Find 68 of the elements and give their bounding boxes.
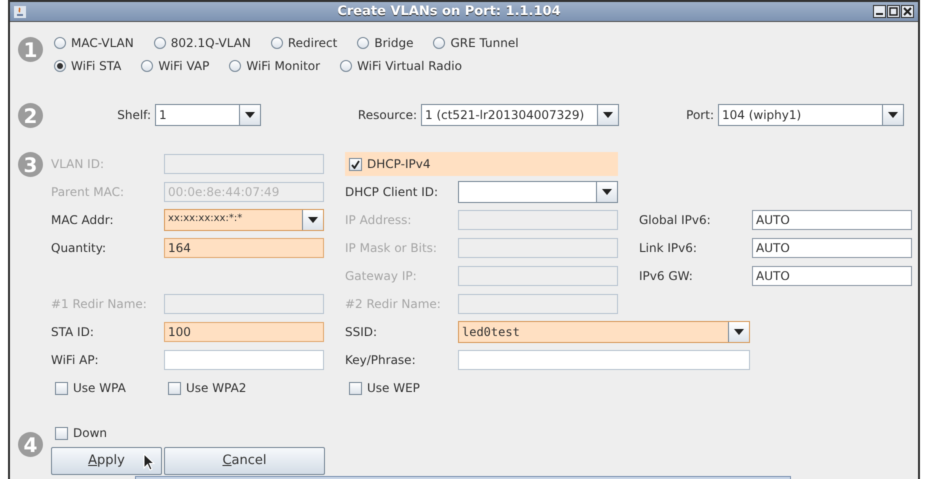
field-label: IPv6 GW:: [639, 268, 694, 285]
field-label: STA ID:: [51, 324, 95, 341]
app-icon: [14, 6, 26, 18]
radio-option[interactable]: MAC-VLAN: [54, 34, 134, 52]
step-number: 2: [18, 103, 43, 128]
maximize-button[interactable]: [887, 5, 900, 18]
field-label: Key/Phrase:: [345, 352, 417, 369]
radio-option[interactable]: 802.1Q-VLAN: [154, 34, 251, 52]
input-field[interactable]: AUTO: [752, 210, 912, 230]
dropdown[interactable]: 104 (wiphy1): [718, 104, 904, 126]
input-field[interactable]: AUTO: [752, 266, 912, 286]
step-number: 3: [18, 152, 43, 177]
radio-option[interactable]: WiFi STA: [54, 56, 122, 74]
field-label: MAC Addr:: [51, 212, 115, 229]
field-label: Shelf:: [116, 107, 152, 124]
checkbox-option[interactable]: Down: [51, 419, 325, 447]
caret-down-icon: [308, 217, 318, 223]
checkbox-option[interactable]: DHCP-IPv4: [345, 152, 618, 176]
checkbox-option[interactable]: Use WPA: [51, 379, 164, 397]
field-label: #1 Redir Name:: [51, 296, 148, 313]
field-label: IP Mask or Bits:: [345, 240, 438, 257]
radio-option[interactable]: WiFi Virtual Radio: [340, 56, 462, 74]
field-label: VLAN ID:: [51, 156, 105, 173]
radio-option[interactable]: WiFi Monitor: [229, 56, 320, 74]
field-label: Link IPv6:: [639, 240, 698, 257]
checkbox-option[interactable]: Use WPA2: [164, 379, 324, 397]
field-label: Quantity:: [51, 240, 108, 257]
mouse-pointer-icon: [143, 453, 155, 471]
input-field[interactable]: [458, 350, 750, 370]
input-field[interactable]: AUTO: [752, 238, 912, 258]
field-label: Port:: [685, 107, 715, 124]
close-icon: [903, 7, 912, 16]
maximize-icon: [889, 7, 898, 16]
caret-down-icon: [603, 112, 613, 118]
checkbox-option[interactable]: Use WEP: [345, 379, 458, 397]
radio-option[interactable]: Redirect: [270, 34, 338, 52]
step-number: 1: [18, 37, 43, 62]
field-label: IP Address:: [345, 212, 412, 229]
caret-down-icon: [245, 112, 255, 118]
dropdown[interactable]: xx:xx:xx:xx:*:*: [164, 209, 324, 231]
window-title: Create VLANs on Port: 1.1.104: [336, 2, 562, 21]
caret-down-icon: [602, 189, 612, 195]
field-label: WiFi AP:: [51, 352, 100, 369]
cancel-button[interactable]: Cancel: [164, 447, 325, 475]
dropdown[interactable]: [458, 181, 618, 203]
input-field[interactable]: [164, 350, 324, 370]
close-button[interactable]: [901, 5, 914, 18]
field-label: #2 Redir Name:: [345, 296, 442, 313]
dropdown[interactable]: 1 (ct521-lr201304007329): [421, 104, 619, 126]
radio-option[interactable]: GRE Tunnel: [433, 34, 519, 52]
apply-button[interactable]: Apply: [51, 447, 162, 475]
field-label: Gateway IP:: [345, 268, 418, 285]
minimize-button[interactable]: [873, 5, 886, 18]
input-field[interactable]: 164: [164, 238, 324, 258]
caret-down-icon: [734, 329, 744, 335]
step-number: 4: [18, 432, 43, 457]
field-label: Parent MAC:: [51, 184, 126, 201]
caret-down-icon: [888, 112, 898, 118]
dropdown[interactable]: 1: [155, 104, 261, 126]
field-label: Global IPv6:: [639, 212, 712, 229]
radio-option[interactable]: Bridge: [357, 34, 414, 52]
field-label: DHCP Client ID:: [345, 184, 440, 201]
dropdown[interactable]: led0test: [458, 321, 750, 343]
field-label: Resource:: [356, 107, 418, 124]
radio-option[interactable]: WiFi VAP: [141, 56, 210, 74]
field-label: SSID:: [345, 324, 378, 341]
input-field[interactable]: 100: [164, 322, 324, 342]
checkmark-icon: [351, 160, 360, 168]
